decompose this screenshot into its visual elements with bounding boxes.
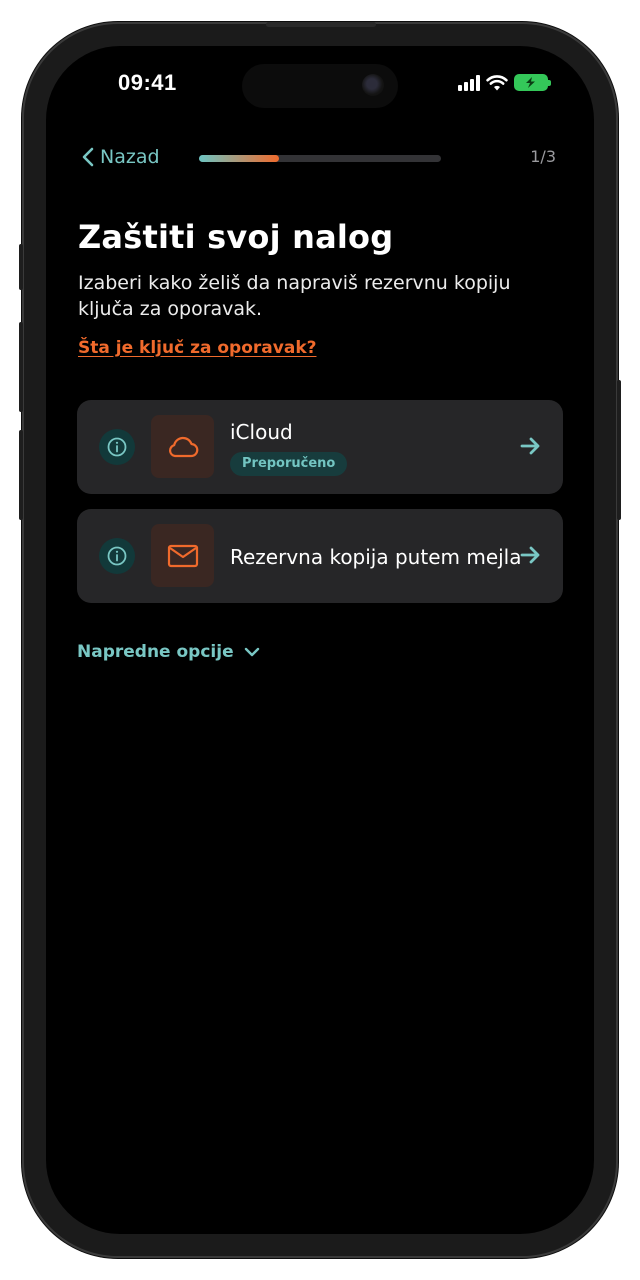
- recovery-key-help-link[interactable]: Šta je ključ za oporavak?: [78, 338, 316, 358]
- status-icons: [458, 74, 551, 91]
- top-nav: Nazad 1/3: [82, 146, 560, 170]
- signal-icon: [458, 74, 480, 91]
- email-info-button[interactable]: [99, 538, 135, 574]
- advanced-options-label: Napredne opcije: [77, 642, 234, 662]
- top-speaker: [266, 22, 376, 27]
- volume-down-button: [19, 430, 23, 520]
- advanced-options-toggle[interactable]: Napredne opcije: [77, 642, 260, 662]
- arrow-right-icon: [520, 546, 540, 564]
- chevron-down-icon: [244, 647, 259, 657]
- info-icon: [107, 546, 127, 566]
- back-button[interactable]: Nazad: [82, 146, 160, 168]
- power-button: [617, 380, 621, 520]
- arrow-right-icon: [520, 437, 540, 455]
- step-indicator: 1/3: [530, 147, 556, 166]
- email-backup-label: Rezervna kopija putem mejla: [230, 545, 522, 569]
- email-icon-tile: [151, 524, 214, 587]
- cloud-icon: [168, 436, 198, 457]
- screen: 09:41 Nazad 1/3 Zaštiti svoj nalog Izabe…: [46, 46, 594, 1234]
- wifi-icon: [486, 74, 508, 90]
- status-time: 09:41: [118, 70, 177, 95]
- charging-bolt-icon: [526, 77, 535, 88]
- icloud-label: iCloud: [230, 420, 293, 444]
- info-icon: [107, 437, 127, 457]
- page-title: Zaštiti svoj nalog: [78, 218, 394, 256]
- progress-fill: [199, 155, 279, 162]
- action-button: [19, 244, 23, 290]
- chevron-left-icon: [82, 147, 94, 167]
- icloud-info-button[interactable]: [99, 429, 135, 465]
- battery-icon: [514, 74, 551, 91]
- icloud-option[interactable]: iCloud Preporučeno: [77, 400, 563, 494]
- mail-icon: [167, 544, 198, 567]
- progress-bar: [199, 155, 441, 162]
- dynamic-island: [242, 64, 398, 108]
- page-subtitle: Izaberi kako želiš da napraviš rezervnu …: [78, 272, 511, 320]
- back-label: Nazad: [100, 146, 160, 168]
- email-backup-option[interactable]: Rezervna kopija putem mejla: [77, 509, 563, 603]
- recommended-badge: Preporučeno: [230, 452, 348, 476]
- volume-up-button: [19, 322, 23, 412]
- camera-icon: [362, 74, 384, 96]
- icloud-icon-tile: [151, 415, 214, 478]
